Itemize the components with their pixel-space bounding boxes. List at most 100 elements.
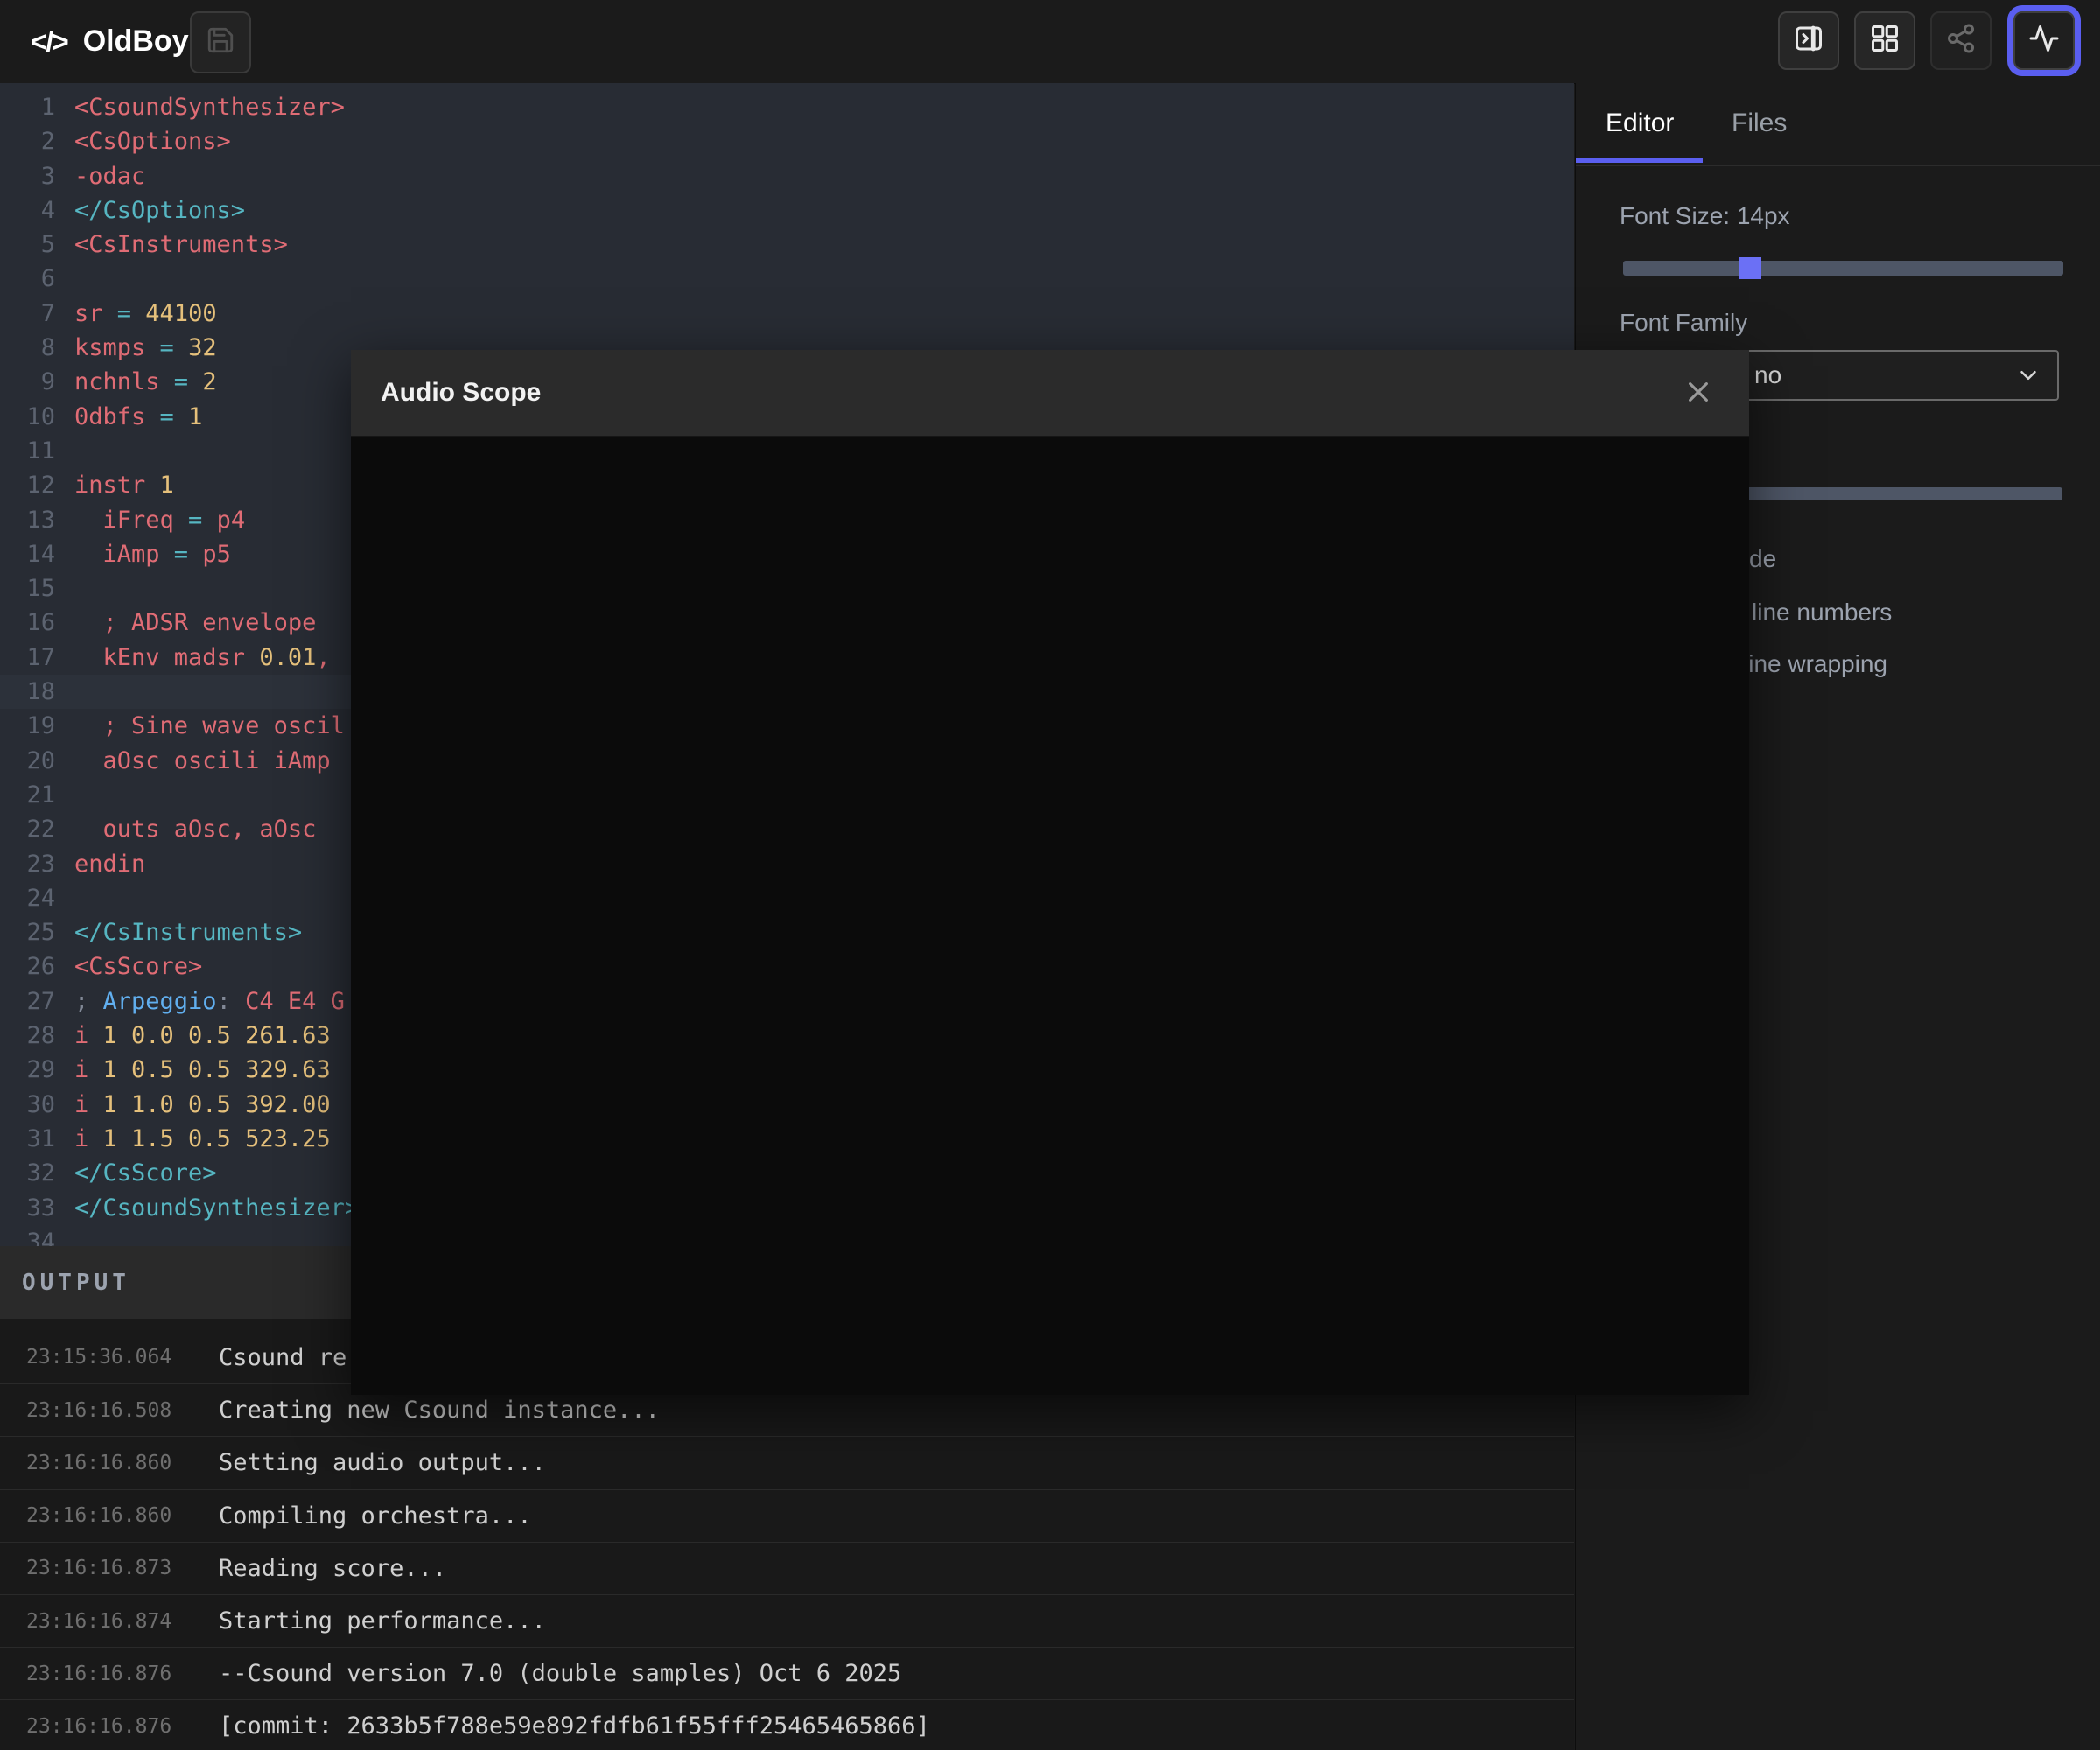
code-text: iAmp = p5	[74, 537, 231, 571]
line-number: 23	[0, 847, 55, 881]
code-text: endin	[74, 847, 145, 881]
code-line[interactable]: 7 sr = 44100	[0, 297, 1574, 331]
log-row: 23:16:16.874Starting performance...	[0, 1594, 1574, 1647]
code-text: iFreq = p4	[74, 503, 245, 537]
line-number: 9	[0, 365, 55, 399]
line-number: 29	[0, 1053, 55, 1087]
line-number: 31	[0, 1122, 55, 1156]
log-row: 23:16:16.860 Setting audio output...	[0, 1436, 1574, 1488]
line-number: 8	[0, 331, 55, 365]
code-text: -odac	[74, 159, 145, 193]
toggle-label-fragment-1[interactable]: de	[1749, 545, 1776, 573]
log-message: Setting audio output...	[219, 1449, 546, 1476]
code-text: ksmps = 32	[74, 331, 217, 365]
line-number: 26	[0, 949, 55, 984]
line-number: 28	[0, 1018, 55, 1053]
grid-icon	[1869, 23, 1900, 59]
line-number: 6	[0, 262, 55, 296]
panel-right-icon	[1793, 23, 1824, 59]
toggle-label-line-wrapping[interactable]: line wrapping	[1743, 650, 1887, 678]
code-text: sr = 44100	[74, 297, 217, 331]
code-text	[74, 1225, 88, 1246]
log-row: 23:16:16.876 --Csound version 7.0 (double…	[0, 1647, 1574, 1699]
share-button[interactable]	[1930, 11, 1992, 70]
code-text	[74, 881, 88, 915]
code-text: <CsOptions>	[74, 124, 231, 158]
tab-editor[interactable]: Editor	[1606, 83, 1674, 163]
line-number: 14	[0, 537, 55, 571]
save-button[interactable]	[190, 11, 251, 74]
code-line[interactable]: 5<CsInstruments>	[0, 228, 1574, 262]
toggle-label-line-numbers[interactable]: line numbers	[1752, 598, 1892, 626]
log-message: --Csound version 7.0 (double samples) Oc…	[219, 1660, 901, 1687]
code-line[interactable]: 4</CsOptions>	[0, 193, 1574, 228]
modal-title: Audio Scope	[381, 378, 541, 408]
log-timestamp: 23:16:16.876	[26, 1715, 177, 1738]
code-text	[74, 571, 88, 606]
top-bar: </> OldBoy	[0, 0, 2100, 84]
log-message: [commit: 2633b5f788e59e892fdfb61f55fff25…	[219, 1712, 930, 1740]
log-message: Creating new Csound instance...	[219, 1396, 660, 1424]
line-number: 24	[0, 881, 55, 915]
code-text: i 1 1.5 0.5 523.25	[74, 1122, 331, 1156]
code-text: outs aOsc, aOsc	[74, 812, 316, 846]
code-text: </CsOptions>	[74, 193, 245, 228]
code-text: i 1 0.0 0.5 261.63	[74, 1018, 331, 1053]
log-row: 23:16:16.860Compiling orchestra...	[0, 1489, 1574, 1542]
code-text: </CsScore>	[74, 1156, 217, 1190]
code-text: <CsInstruments>	[74, 228, 288, 262]
code-text: </CsInstruments>	[74, 915, 302, 949]
line-number: 25	[0, 915, 55, 949]
line-number: 19	[0, 709, 55, 743]
sidebar-tabs: Editor Files	[1576, 83, 2100, 166]
code-line[interactable]: 6	[0, 262, 1574, 296]
font-size-slider[interactable]	[1623, 261, 2063, 276]
font-family-value: no	[1754, 352, 1782, 399]
code-text	[74, 434, 88, 468]
line-number: 1	[0, 90, 55, 124]
audio-scope-button[interactable]	[2013, 11, 2075, 70]
line-number: 11	[0, 434, 55, 468]
audio-scope-canvas	[351, 437, 1749, 1395]
code-text: i 1 1.0 0.5 392.00	[74, 1088, 331, 1122]
toggle-panel-button[interactable]	[1778, 11, 1839, 70]
log-message: Starting performance...	[219, 1607, 546, 1634]
layout-grid-button[interactable]	[1854, 11, 1915, 70]
log-message: Csound re	[219, 1344, 346, 1371]
log-timestamp: 23:16:16.860	[26, 1452, 177, 1474]
line-number: 20	[0, 744, 55, 778]
font-size-slider-thumb[interactable]	[1740, 257, 1761, 279]
line-number: 27	[0, 984, 55, 1018]
code-text: <CsScore>	[74, 949, 202, 984]
code-text: <CsoundSynthesizer>	[74, 90, 345, 124]
code-text: instr 1	[74, 468, 174, 502]
log-timestamp: 23:15:36.064	[26, 1346, 177, 1368]
log-message: Reading score...	[219, 1555, 446, 1582]
save-icon	[206, 25, 235, 60]
line-number: 7	[0, 297, 55, 331]
share-icon	[1945, 23, 1977, 59]
modal-close-button[interactable]	[1683, 378, 1714, 410]
brand: </> OldBoy	[31, 0, 189, 83]
tab-files[interactable]: Files	[1732, 83, 1787, 163]
activity-pulse-icon	[2028, 23, 2060, 59]
code-text: 0dbfs = 1	[74, 400, 202, 434]
code-line[interactable]: 2 <CsOptions>	[0, 124, 1574, 158]
code-text	[74, 675, 88, 709]
log-timestamp: 23:16:16.876	[26, 1662, 177, 1685]
line-number: 3	[0, 159, 55, 193]
line-number: 12	[0, 468, 55, 502]
code-text: ; Arpeggio: C4 E4 G	[74, 984, 345, 1018]
code-text: aOsc oscili iAmp	[74, 744, 331, 778]
line-number: 18	[0, 675, 55, 709]
audio-scope-modal-header: Audio Scope	[351, 350, 1749, 437]
log-timestamp: 23:16:16.508	[26, 1399, 177, 1422]
line-number: 2	[0, 124, 55, 158]
font-size-label: Font Size: 14px	[1620, 202, 1790, 230]
line-number: 30	[0, 1088, 55, 1122]
code-line[interactable]: 3 -odac	[0, 159, 1574, 193]
topbar-actions	[1778, 11, 2078, 70]
log-timestamp: 23:16:16.860	[26, 1504, 177, 1527]
code-line[interactable]: 1 <CsoundSynthesizer>	[0, 90, 1574, 124]
log-timestamp: 23:16:16.873	[26, 1557, 177, 1579]
